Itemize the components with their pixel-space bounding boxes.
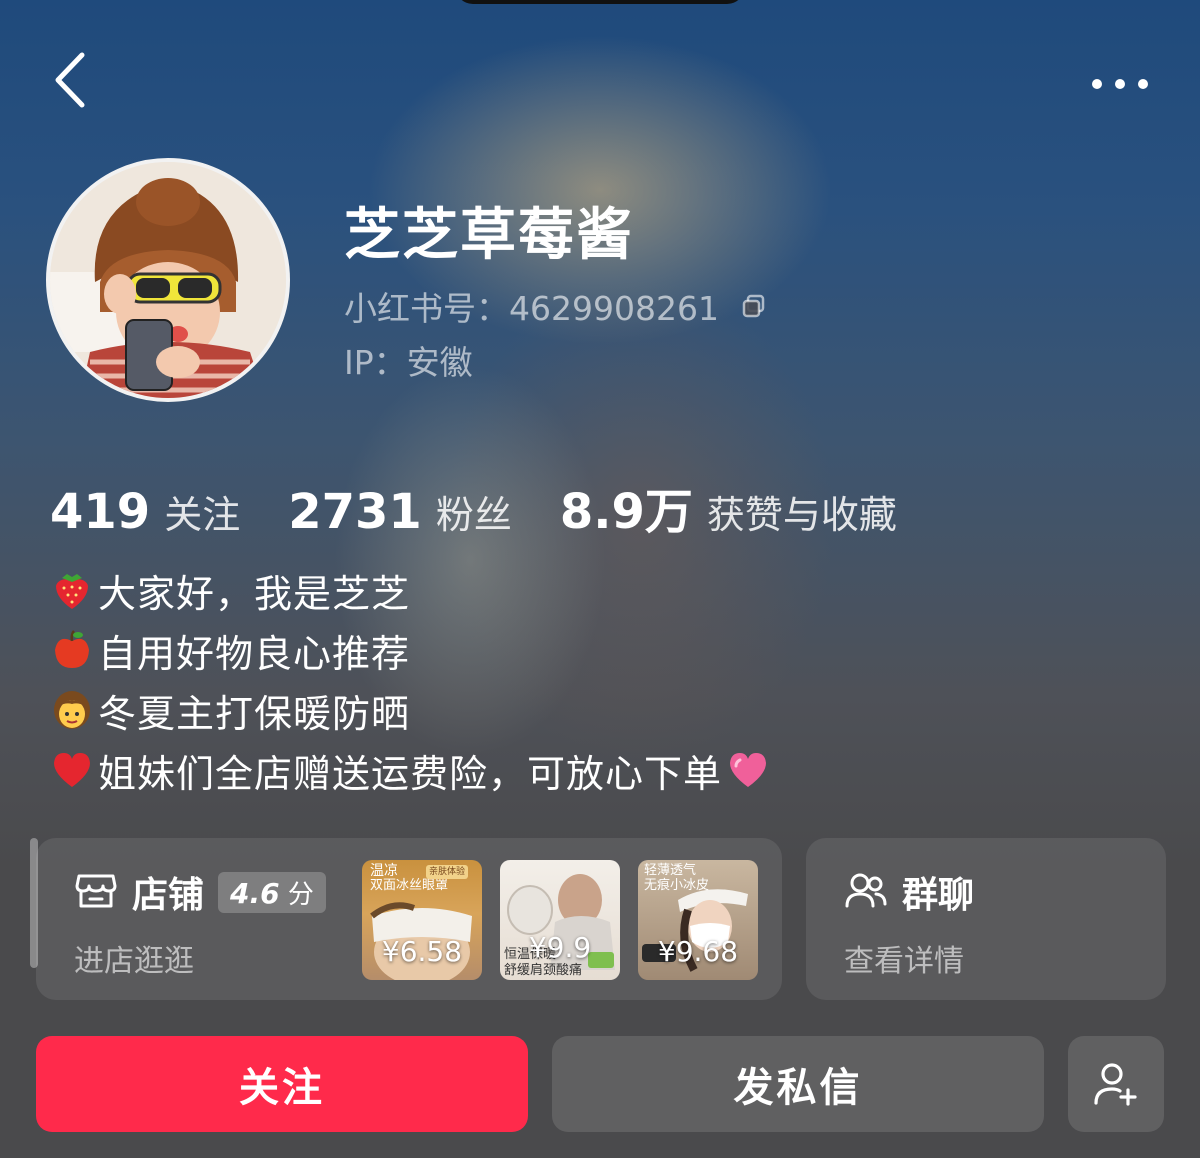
bio-line: 姐妹们全店赠送运费险，可放心下单 xyxy=(50,740,770,800)
add-friend-button[interactable] xyxy=(1068,1036,1164,1132)
more-dots-icon xyxy=(1092,79,1148,89)
avatar[interactable] xyxy=(46,158,290,402)
heart-emoji-icon xyxy=(50,748,94,792)
bio-text: 姐妹们全店赠送运费险，可放心下单 xyxy=(98,751,723,796)
group-chat-card[interactable]: 群聊 查看详情 xyxy=(806,838,1166,1000)
pink-heart-emoji-icon xyxy=(726,748,770,792)
bio-text: 冬夏主打保暖防晒 xyxy=(98,691,411,736)
shop-title: 店铺 4.6 分 xyxy=(74,866,326,918)
bio-line: 自用好物良心推荐 xyxy=(50,620,770,680)
group-label: 群聊 xyxy=(902,875,975,916)
bio-text: 自用好物良心推荐 xyxy=(98,631,411,676)
camera-notch xyxy=(455,0,745,4)
product-caption: 舒缓肩颈酸痛 xyxy=(504,963,583,978)
more-options-button[interactable] xyxy=(1080,62,1160,106)
product-thumbnail[interactable]: 恒温保暖 舒缓肩颈酸痛 ¥9.9 xyxy=(500,860,620,980)
product-price: ¥6.58 xyxy=(381,935,463,968)
red-id: 小红书号：4629908261 xyxy=(344,282,767,330)
girl-emoji-icon xyxy=(50,688,94,732)
product-thumbnail[interactable]: 温凉 双面冰丝眼罩 亲肤体验 ¥6.58 xyxy=(362,860,482,980)
stat-label: 粉丝 xyxy=(435,493,512,537)
chevron-left-icon xyxy=(55,52,85,108)
group-users-icon xyxy=(844,870,888,914)
stat-likes-collects[interactable]: 8.9万 获赞与收藏 xyxy=(560,472,897,542)
stat-value: 2731 xyxy=(288,484,422,540)
avatar-image xyxy=(50,162,286,398)
apple-emoji-icon xyxy=(50,628,94,672)
ip-location: IP：安徽 xyxy=(344,343,473,382)
product-caption: 温凉 xyxy=(370,863,398,879)
group-title: 群聊 xyxy=(844,866,974,918)
bio: 大家好，我是芝芝 自用好物良心推荐 冬夏主打保暖防晒 姐妹们全店赠送运费险，可放… xyxy=(50,560,770,800)
follow-button[interactable]: 关注 xyxy=(36,1036,528,1132)
copy-icon[interactable] xyxy=(741,293,767,319)
bio-text: 大家好，我是芝芝 xyxy=(98,571,411,616)
product-badge: 亲肤体验 xyxy=(426,865,469,879)
product-caption: 轻薄透气 xyxy=(644,863,697,878)
store-icon xyxy=(74,870,118,914)
shop-rating-badge: 4.6 分 xyxy=(218,871,326,913)
product-price: ¥9.9 xyxy=(528,931,592,964)
shop-label: 店铺 xyxy=(132,875,205,916)
product-caption: 无痕小冰皮 xyxy=(644,878,710,893)
stat-value: 8.9万 xyxy=(559,484,693,540)
bio-line: 大家好，我是芝芝 xyxy=(50,560,770,620)
shop-rating-value: 4.6 xyxy=(230,876,280,910)
product-price: ¥9.68 xyxy=(657,935,739,968)
stat-label: 关注 xyxy=(164,493,241,537)
send-message-button[interactable]: 发私信 xyxy=(552,1036,1044,1132)
product-caption: 双面冰丝眼罩 xyxy=(370,878,449,893)
shop-rating-unit: 分 xyxy=(287,879,314,910)
group-subtitle: 查看详情 xyxy=(844,944,964,979)
stat-value: 419 xyxy=(50,484,151,540)
nickname: 芝芝草莓酱 xyxy=(344,203,634,268)
stat-label: 获赞与收藏 xyxy=(706,493,897,537)
stat-following[interactable]: 419 关注 xyxy=(50,484,240,540)
shop-card[interactable]: 店铺 4.6 分 进店逛逛 温凉 双面冰丝眼罩 亲肤体验 ¥6.58 恒温保暖 … xyxy=(36,838,782,1000)
stat-followers[interactable]: 2731 粉丝 xyxy=(288,484,512,540)
add-user-icon xyxy=(1094,1063,1137,1106)
strawberry-emoji-icon xyxy=(50,568,94,612)
stats-row: 419 关注 2731 粉丝 8.9万 获赞与收藏 xyxy=(50,472,945,542)
bio-line: 冬夏主打保暖防晒 xyxy=(50,680,770,740)
red-id-text: 小红书号：4629908261 xyxy=(344,289,719,328)
back-button[interactable] xyxy=(48,50,92,110)
product-thumbnail[interactable]: 轻薄透气 无痕小冰皮 ¥9.68 xyxy=(638,860,758,980)
shop-subtitle: 进店逛逛 xyxy=(74,944,194,979)
